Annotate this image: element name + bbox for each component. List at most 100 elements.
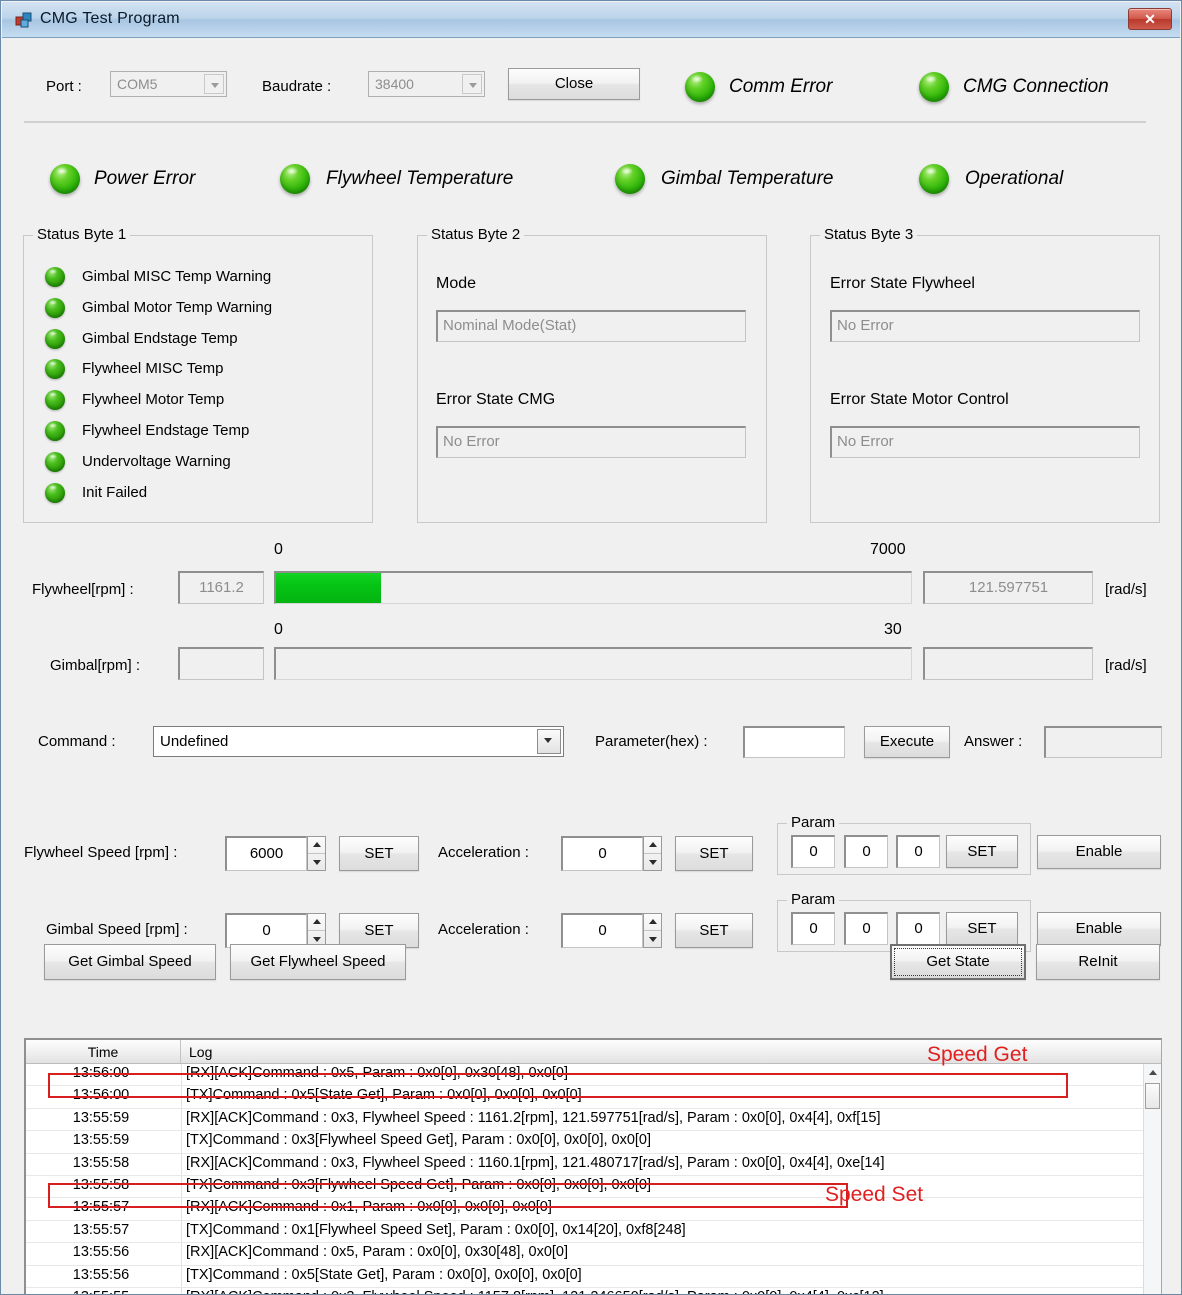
log-row-message: [TX]Command : 0x1[Flywheel Speed Set], P… xyxy=(186,1221,686,1238)
flywheel-accel-set-button[interactable]: SET xyxy=(675,836,753,871)
log-row[interactable]: 13:55:55 [RX][ACK]Command : 0x3, Flywheel… xyxy=(26,1287,1143,1294)
stepper-down-icon[interactable] xyxy=(644,931,661,948)
command-label: Command : xyxy=(38,733,116,750)
flywheel-accel-stepper[interactable] xyxy=(643,836,662,871)
annotation-label-speed-get: Speed Get xyxy=(927,1043,1028,1066)
focus-indicator xyxy=(894,948,1022,976)
gimbal-speed-value: 0 xyxy=(262,922,271,939)
log-row[interactable]: 13:55:59 [TX]Command : 0x3[Flywheel Speed… xyxy=(26,1131,1143,1154)
error-state-flywheel-field: No Error xyxy=(830,310,1140,342)
log-row-message: [TX]Command : 0x5[State Get], Param : 0x… xyxy=(186,1266,582,1283)
flywheel-param-2-input[interactable]: 0 xyxy=(844,835,888,868)
close-icon[interactable]: ✕ xyxy=(1128,8,1172,30)
flywheel-progress-bar xyxy=(274,571,912,604)
log-row-time: 13:55:56 xyxy=(72,1244,130,1261)
gimbal-param-2-input[interactable]: 0 xyxy=(844,912,888,945)
status-byte-1-title: Status Byte 1 xyxy=(33,226,131,243)
flywheel-speed-stepper[interactable] xyxy=(307,836,326,871)
app-icon xyxy=(15,11,33,29)
gimbal-accel-value: 0 xyxy=(598,922,607,939)
gimbal-rpm-field xyxy=(178,647,264,680)
reinit-button[interactable]: ReInit xyxy=(1036,944,1160,980)
flywheel-param-set-button[interactable]: SET xyxy=(946,835,1018,868)
parameter-input[interactable] xyxy=(743,726,845,758)
log-row[interactable]: 13:55:56 [RX][ACK]Command : 0x5, Param : … xyxy=(26,1243,1143,1266)
get-flywheel-speed-button[interactable]: Get Flywheel Speed xyxy=(230,944,406,980)
gimbal-accel-stepper[interactable] xyxy=(643,913,662,948)
flywheel-gauge-label: Flywheel[rpm] : xyxy=(32,581,134,598)
log-row[interactable]: 13:56:00 [RX][ACK]Command : 0x5, Param : … xyxy=(26,1064,1143,1087)
log-row-time: 13:56:00 xyxy=(72,1087,130,1104)
log-row[interactable]: 13:55:59 [RX][ACK]Command : 0x3, Flywheel… xyxy=(26,1108,1143,1132)
log-row-message: [RX][ACK]Command : 0x1, Param : 0x0[0], … xyxy=(186,1199,552,1216)
log-row[interactable]: 13:56:00 [TX]Command : 0x5[State Get], Pa… xyxy=(26,1086,1143,1109)
log-row-divider xyxy=(181,1131,182,1153)
flywheel-rads-value: 121.597751 xyxy=(968,579,1049,596)
scroll-thumb[interactable] xyxy=(1145,1083,1160,1109)
log-rows[interactable]: 13:56:00 [RX][ACK]Command : 0x5, Param : … xyxy=(26,1064,1143,1294)
log-row[interactable]: 13:55:57 [RX][ACK]Command : 0x1, Param : … xyxy=(26,1198,1143,1221)
flywheel-accel-label: Acceleration : xyxy=(438,844,529,861)
baudrate-select[interactable]: 38400 xyxy=(368,71,485,97)
execute-button[interactable]: Execute xyxy=(864,726,950,758)
stepper-down-icon[interactable] xyxy=(644,854,661,871)
flywheel-speed-input[interactable]: 6000 xyxy=(225,836,307,871)
flywheel-param-3-input[interactable]: 0 xyxy=(896,835,940,868)
command-select[interactable]: Undefined xyxy=(153,726,564,757)
log-row[interactable]: 13:55:57 [TX]Command : 0x1[Flywheel Speed… xyxy=(26,1220,1143,1244)
chevron-down-icon[interactable] xyxy=(537,729,561,754)
scroll-up-icon[interactable] xyxy=(1144,1064,1161,1081)
title-bar: CMG Test Program ✕ xyxy=(2,2,1180,38)
baudrate-value: 38400 xyxy=(375,76,414,92)
flywheel-param-1-value: 0 xyxy=(809,843,818,860)
log-row[interactable]: 13:55:58 [TX]Command : 0x3[Flywheel Speed… xyxy=(26,1175,1143,1199)
port-select[interactable]: COM5 xyxy=(110,71,227,97)
gimbal-enable-button[interactable]: Enable xyxy=(1037,912,1161,946)
led-cmg-connection xyxy=(919,72,949,102)
status-byte-1-label-1: Gimbal Motor Temp Warning xyxy=(82,298,273,316)
stepper-down-icon[interactable] xyxy=(308,854,325,871)
gimbal-param-3-input[interactable]: 0 xyxy=(896,912,940,945)
gimbal-param-set-button[interactable]: SET xyxy=(946,912,1018,945)
get-state-button[interactable]: Get State xyxy=(890,944,1026,980)
gimbal-accel-input[interactable]: 0 xyxy=(561,913,643,948)
gimbal-speed-label: Gimbal Speed [rpm] : xyxy=(46,921,188,938)
log-row-time: 13:56:00 xyxy=(72,1065,130,1081)
gimbal-accel-set-button[interactable]: SET xyxy=(675,913,753,948)
flywheel-param-group-title: Param xyxy=(787,814,840,831)
stepper-up-icon[interactable] xyxy=(308,837,325,854)
log-row-time: 13:55:59 xyxy=(72,1109,130,1126)
chevron-down-icon[interactable] xyxy=(462,74,482,94)
stepper-up-icon[interactable] xyxy=(644,914,661,931)
error-state-motor-field: No Error xyxy=(830,426,1140,458)
log-row-time: 13:55:55 xyxy=(26,1289,176,1294)
log-row[interactable]: 13:55:56 [TX]Command : 0x5[State Get], Pa… xyxy=(26,1265,1143,1288)
log-row-message: [RX][ACK]Command : 0x3, Flywheel Speed :… xyxy=(186,1109,881,1126)
get-gimbal-speed-button[interactable]: Get Gimbal Speed xyxy=(44,944,216,980)
gimbal-speed-input[interactable]: 0 xyxy=(225,913,307,948)
led-flywheel-temperature-label: Flywheel Temperature xyxy=(326,168,514,189)
flywheel-speed-label: Flywheel Speed [rpm] : xyxy=(24,844,178,861)
client-area: Port : COM5 Baudrate : 38400 Close Comm … xyxy=(2,38,1180,1294)
gimbal-unit-label: [rad/s] xyxy=(1105,657,1147,674)
log-row-divider xyxy=(181,1265,182,1287)
flywheel-enable-button[interactable]: Enable xyxy=(1037,835,1161,869)
gimbal-speed-set-button[interactable]: SET xyxy=(339,913,419,948)
flywheel-speed-set-button[interactable]: SET xyxy=(339,836,419,871)
log-scrollbar[interactable] xyxy=(1143,1064,1161,1294)
flywheel-accel-input[interactable]: 0 xyxy=(561,836,643,871)
status-byte-1-led-5 xyxy=(45,421,65,441)
stepper-up-icon[interactable] xyxy=(308,914,325,931)
chevron-down-icon[interactable] xyxy=(204,74,224,94)
log-row[interactable]: 13:55:58 [RX][ACK]Command : 0x3, Flywheel… xyxy=(26,1153,1143,1176)
error-state-cmg-field: No Error xyxy=(436,426,746,458)
close-port-button[interactable]: Close xyxy=(508,68,640,100)
flywheel-param-1-input[interactable]: 0 xyxy=(791,835,835,868)
port-label: Port : xyxy=(46,78,82,95)
log-column-time[interactable]: Time xyxy=(26,1040,181,1064)
gimbal-rads-field xyxy=(923,647,1093,680)
gimbal-speed-stepper[interactable] xyxy=(307,913,326,948)
status-byte-1-led-6 xyxy=(45,451,65,472)
stepper-up-icon[interactable] xyxy=(644,837,661,854)
gimbal-param-1-input[interactable]: 0 xyxy=(791,912,835,945)
